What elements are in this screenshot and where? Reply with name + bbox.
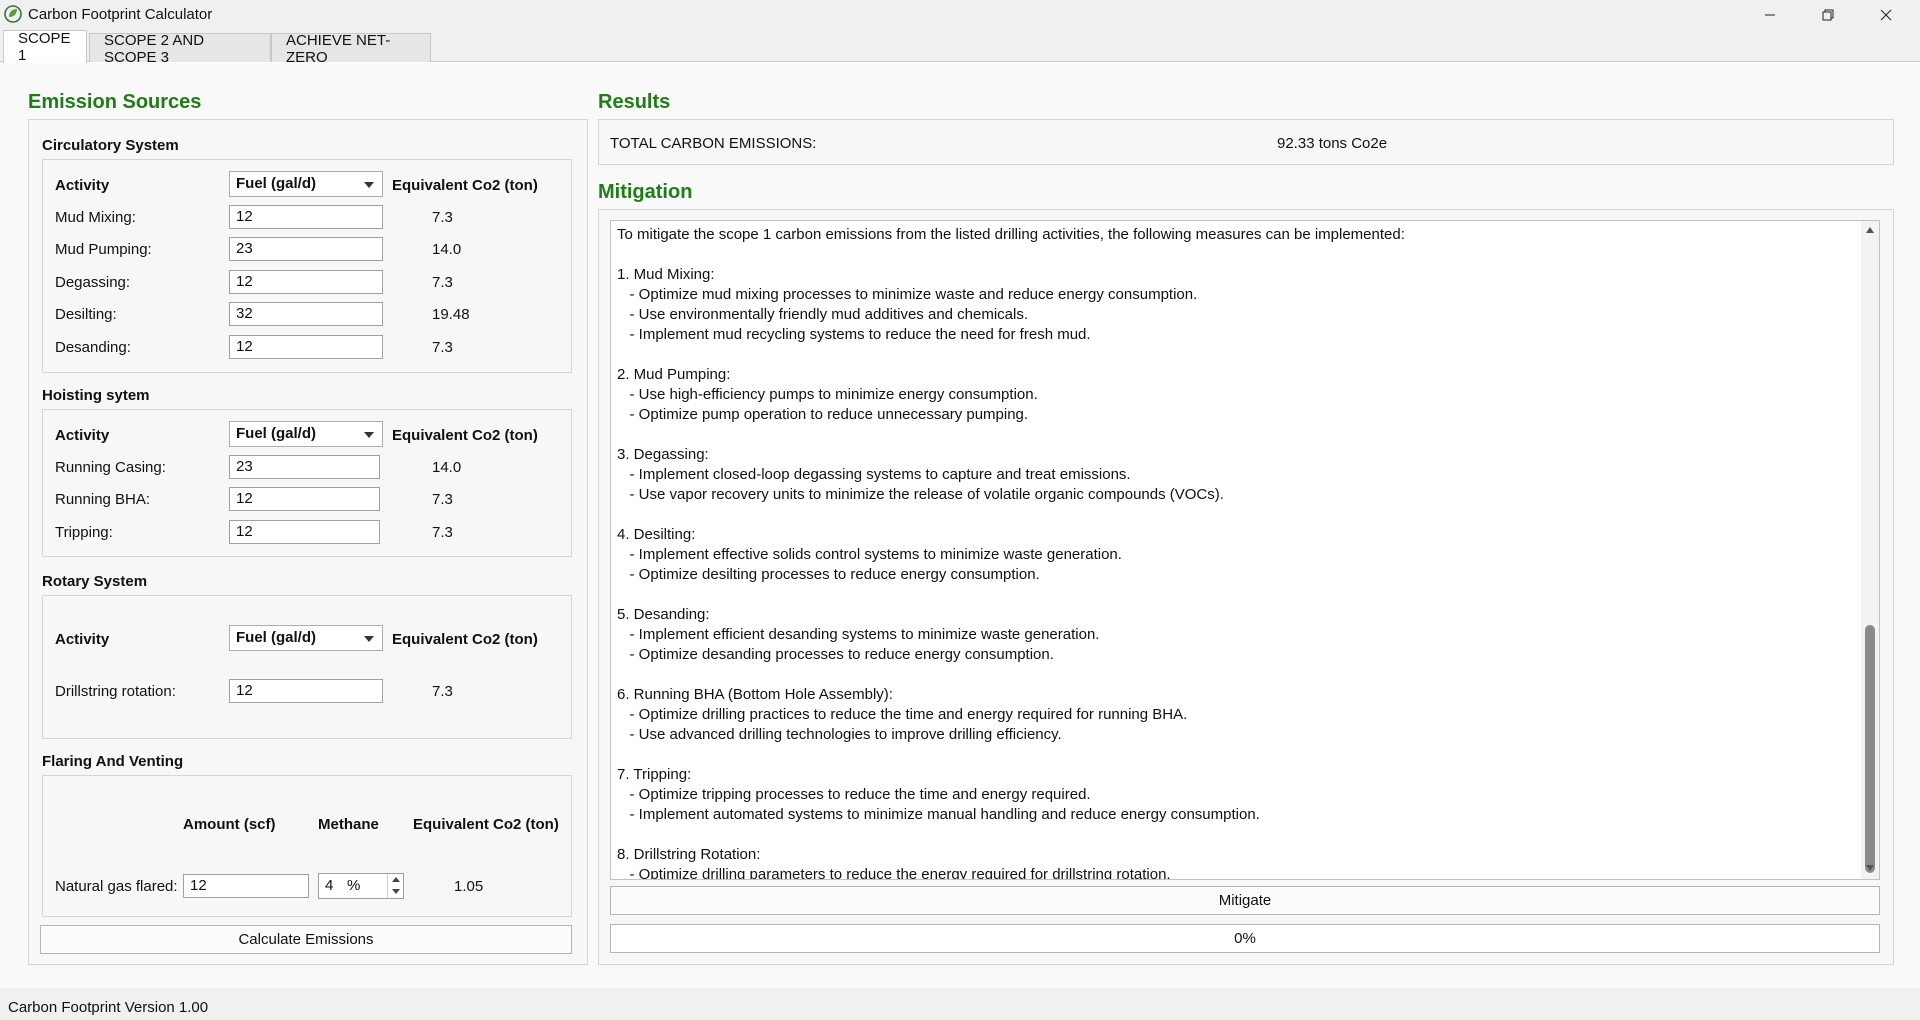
scrollbar-thumb[interactable] xyxy=(1865,625,1875,873)
mud-pumping-input[interactable]: 23 xyxy=(229,237,383,261)
co2-header: Equivalent Co2 (ton) xyxy=(392,177,538,194)
desilting-label: Desilting: xyxy=(55,306,117,323)
spin-down-icon[interactable] xyxy=(392,889,400,894)
total-carbon-emissions-value: 92.33 tons Co2e xyxy=(1277,135,1388,152)
methane-header: Methane xyxy=(318,816,379,833)
total-carbon-emissions-label: TOTAL CARBON EMISSIONS: xyxy=(610,135,817,152)
mitigation-progress-bar: 0% xyxy=(610,924,1880,953)
progress-label: 0% xyxy=(1234,930,1256,947)
degassing-input[interactable]: 12 xyxy=(229,270,383,294)
chevron-down-icon xyxy=(364,432,374,438)
tab-achieve-net-zero[interactable]: ACHIEVE NET-ZERO xyxy=(271,32,431,66)
chevron-down-icon xyxy=(364,636,374,642)
scroll-up-icon[interactable] xyxy=(1866,227,1874,233)
degassing-co2: 7.3 xyxy=(432,274,453,291)
desilting-input[interactable]: 32 xyxy=(229,302,383,326)
mitigation-scrollbar[interactable] xyxy=(1861,221,1879,879)
desanding-input[interactable]: 12 xyxy=(229,335,383,359)
fuel-unit-select-value: Fuel (gal/d) xyxy=(236,629,316,646)
running-bha-input[interactable]: 12 xyxy=(229,487,380,511)
tab-scope-1[interactable]: SCOPE 1 xyxy=(3,30,87,64)
activity-header: Activity xyxy=(55,177,110,194)
chevron-down-icon xyxy=(364,182,374,188)
circulatory-system-title: Circulatory System xyxy=(42,137,179,154)
drillstring-rotation-input[interactable]: 12 xyxy=(229,679,383,703)
minimize-button[interactable] xyxy=(1742,0,1798,30)
mud-pumping-label: Mud Pumping: xyxy=(55,241,152,258)
tab-scope-2-and-3[interactable]: SCOPE 2 AND SCOPE 3 xyxy=(89,32,271,66)
mud-mixing-label: Mud Mixing: xyxy=(55,209,136,226)
close-button[interactable] xyxy=(1858,0,1914,30)
scope-1-pane: Emission Sources Circulatory System Acti… xyxy=(0,62,1920,988)
fuel-unit-select[interactable]: Fuel (gal/d) xyxy=(229,625,383,651)
tripping-label: Tripping: xyxy=(55,524,113,541)
natural-gas-flared-input[interactable]: 12 xyxy=(183,874,309,898)
hoisting-system-title: Hoisting sytem xyxy=(42,387,150,404)
status-bar: Carbon Footprint Version 1.00 xyxy=(0,988,1920,1020)
running-casing-input[interactable]: 23 xyxy=(229,455,380,479)
drillstring-rotation-co2: 7.3 xyxy=(432,683,453,700)
results-title: Results xyxy=(598,91,671,113)
activity-header: Activity xyxy=(55,631,110,648)
methane-percent-spinbox[interactable]: 4 % xyxy=(318,873,404,899)
mud-mixing-co2: 7.3 xyxy=(432,209,453,226)
leaf-globe-icon xyxy=(4,5,22,23)
activity-header: Activity xyxy=(55,427,110,444)
fuel-unit-select-value: Fuel (gal/d) xyxy=(236,425,316,442)
spin-up-icon[interactable] xyxy=(392,877,400,882)
mitigate-button[interactable]: Mitigate xyxy=(610,886,1880,915)
restore-icon xyxy=(1822,9,1834,21)
rotary-system-title: Rotary System xyxy=(42,573,148,590)
desilting-co2: 19.48 xyxy=(432,306,470,323)
amount-header: Amount (scf) xyxy=(183,816,276,833)
window-title: Carbon Footprint Calculator xyxy=(28,6,213,23)
drillstring-rotation-label: Drillstring rotation: xyxy=(55,683,176,700)
scroll-down-icon[interactable] xyxy=(1866,865,1874,871)
methane-value: 4 xyxy=(325,877,334,894)
running-bha-co2: 7.3 xyxy=(432,491,453,508)
flaring-venting-title: Flaring And Venting xyxy=(42,753,184,770)
co2-header: Equivalent Co2 (ton) xyxy=(392,631,538,648)
fuel-unit-select[interactable]: Fuel (gal/d) xyxy=(229,421,383,447)
running-casing-label: Running Casing: xyxy=(55,459,166,476)
natural-gas-flared-co2: 1.05 xyxy=(454,878,484,895)
mitigation-textarea[interactable]: To mitigate the scope 1 carbon emissions… xyxy=(610,220,1880,880)
close-icon xyxy=(1880,9,1892,21)
natural-gas-flared-label: Natural gas flared: xyxy=(55,878,178,895)
calculate-emissions-button[interactable]: Calculate Emissions xyxy=(40,925,572,954)
restore-button[interactable] xyxy=(1800,0,1856,30)
spin-buttons[interactable] xyxy=(387,874,403,898)
title-bar: Carbon Footprint Calculator xyxy=(0,0,1920,30)
emission-sources-title: Emission Sources xyxy=(28,91,202,113)
mitigation-text: To mitigate the scope 1 carbon emissions… xyxy=(617,226,1405,880)
running-bha-label: Running BHA: xyxy=(55,491,151,508)
minimize-icon xyxy=(1765,14,1775,16)
desanding-co2: 7.3 xyxy=(432,339,453,356)
mitigation-title: Mitigation xyxy=(598,181,693,203)
mud-mixing-input[interactable]: 12 xyxy=(229,205,383,229)
methane-unit: % xyxy=(347,877,361,894)
tab-bar: SCOPE 1 SCOPE 2 AND SCOPE 3 ACHIEVE NET-… xyxy=(0,30,1920,66)
tripping-input[interactable]: 12 xyxy=(229,520,380,544)
degassing-label: Degassing: xyxy=(55,274,131,291)
fuel-unit-select[interactable]: Fuel (gal/d) xyxy=(229,171,383,197)
desanding-label: Desanding: xyxy=(55,339,131,356)
co2-header: Equivalent Co2 (ton) xyxy=(413,816,559,833)
mud-pumping-co2: 14.0 xyxy=(432,241,462,258)
tripping-co2: 7.3 xyxy=(432,524,453,541)
running-casing-co2: 14.0 xyxy=(432,459,462,476)
fuel-unit-select-value: Fuel (gal/d) xyxy=(236,175,316,192)
version-label: Carbon Footprint Version 1.00 xyxy=(8,999,209,1016)
co2-header: Equivalent Co2 (ton) xyxy=(392,427,538,444)
rotary-system-frame xyxy=(42,595,572,739)
